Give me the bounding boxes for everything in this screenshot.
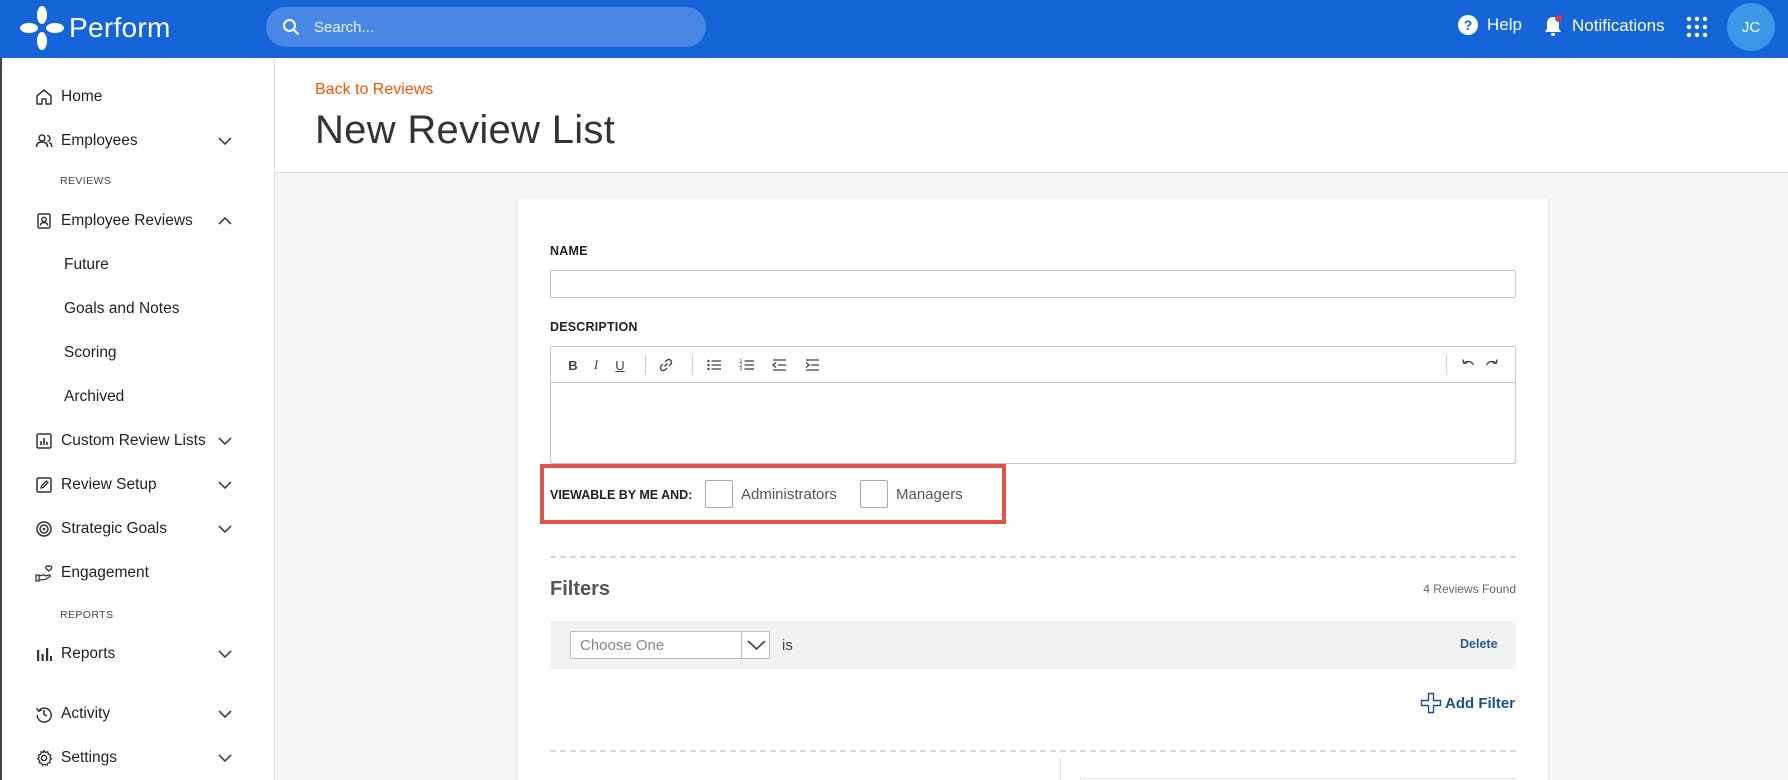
toolbar-divider — [692, 355, 693, 375]
user-avatar[interactable]: JC — [1727, 3, 1775, 51]
help-label: Help — [1487, 15, 1522, 34]
top-bar: Perform ? Help Notifications JC — [0, 0, 1788, 58]
sidebar-item-activity[interactable]: Activity — [2, 694, 275, 734]
add-filter-button[interactable]: Add Filter — [1420, 692, 1515, 714]
chevron-down-icon — [218, 710, 232, 719]
page-header: Back to Reviews New Review List — [275, 58, 1788, 173]
section-divider — [550, 750, 1516, 752]
indent-icon[interactable] — [804, 357, 820, 373]
help-button[interactable]: ? Help — [1457, 14, 1522, 36]
numbered-list-icon[interactable]: 123 — [739, 357, 755, 373]
sidebar-item-reports[interactable]: Reports — [2, 634, 275, 674]
sidebar-item-engagement[interactable]: Engagement — [2, 553, 275, 593]
sidebar-item-employees[interactable]: Employees — [2, 121, 275, 161]
sidebar-subitem-archived[interactable]: Archived — [2, 379, 275, 415]
svg-text:?: ? — [1464, 17, 1473, 33]
add-filter-label: Add Filter — [1445, 694, 1515, 712]
search-input[interactable] — [314, 15, 684, 39]
history-icon — [35, 707, 52, 723]
editor-toolbar: B I U 123 — [551, 347, 1515, 383]
apps-grid-icon[interactable] — [1686, 16, 1708, 38]
outdent-icon[interactable] — [771, 357, 787, 373]
name-field[interactable] — [550, 270, 1516, 298]
toolbar-divider — [645, 355, 646, 375]
administrators-label[interactable]: Administrators — [741, 486, 837, 503]
back-to-reviews-link[interactable]: Back to Reviews — [315, 81, 433, 99]
page-title: New Review List — [315, 108, 616, 152]
viewable-by-label: VIEWABLE BY ME AND: — [550, 488, 693, 502]
chevron-down-icon — [218, 754, 232, 763]
sidebar-item-custom-review-lists[interactable]: Custom Review Lists — [2, 421, 275, 461]
chevron-down-icon — [218, 481, 232, 490]
description-editor: B I U 123 — [550, 346, 1516, 464]
description-label: DESCRIPTION — [550, 320, 638, 334]
administrators-checkbox[interactable] — [705, 480, 733, 508]
people-icon — [35, 134, 53, 148]
sidebar-item-home[interactable]: Home — [2, 77, 275, 117]
undo-icon[interactable] — [1460, 357, 1476, 373]
section-divider — [550, 556, 1516, 558]
chevron-down-icon — [218, 137, 232, 146]
plus-icon — [1420, 692, 1442, 714]
perform-logo-icon — [20, 6, 64, 50]
underline-icon[interactable]: U — [612, 357, 628, 373]
review-badge-icon — [37, 213, 51, 229]
sidebar-item-employee-reviews[interactable]: Employee Reviews — [2, 201, 275, 241]
search-icon — [283, 19, 299, 35]
filter-field-select[interactable]: Choose One — [570, 631, 770, 659]
app-logo[interactable]: Perform — [18, 4, 171, 52]
chevron-down-icon — [218, 650, 232, 659]
sidebar-subitem-goals-and-notes[interactable]: Goals and Notes — [2, 291, 275, 327]
description-textarea[interactable] — [551, 384, 1515, 463]
viewable-by-highlight: VIEWABLE BY ME AND: Administrators Manag… — [540, 464, 1006, 524]
filter-row: Choose One is Delete — [550, 621, 1516, 669]
chart-doc-icon — [36, 433, 52, 449]
chevron-down-icon — [218, 437, 232, 446]
sidebar: Home Employees REVIEWS Employee Reviews … — [0, 58, 275, 780]
managers-label[interactable]: Managers — [896, 486, 963, 503]
sidebar-item-review-setup[interactable]: Review Setup — [2, 465, 275, 505]
select-toggle[interactable] — [741, 632, 770, 658]
main-content: Back to Reviews New Review List NAME DES… — [275, 58, 1788, 780]
hand-heart-icon — [35, 565, 53, 582]
sidebar-item-settings[interactable]: Settings — [2, 738, 275, 778]
notifications-label: Notifications — [1572, 16, 1665, 35]
filter-operator: is — [782, 637, 793, 654]
italic-icon[interactable]: I — [588, 357, 604, 373]
sidebar-subitem-scoring[interactable]: Scoring — [2, 335, 275, 371]
chevron-up-icon — [218, 216, 232, 225]
help-icon: ? — [1458, 15, 1478, 35]
target-icon — [36, 521, 52, 537]
app-name: Perform — [69, 12, 171, 43]
home-icon — [36, 89, 52, 105]
link-icon[interactable] — [658, 357, 674, 373]
delete-filter-link[interactable]: Delete — [1460, 637, 1498, 651]
filter-select-value: Choose One — [580, 637, 665, 654]
filters-heading: Filters — [550, 578, 611, 600]
bell-icon — [1545, 14, 1563, 36]
edit-square-icon — [36, 477, 52, 493]
bullet-list-icon[interactable] — [706, 357, 722, 373]
notifications-button[interactable]: Notifications — [1542, 14, 1665, 38]
column-divider — [1060, 758, 1061, 780]
sidebar-subitem-future[interactable]: Future — [2, 247, 275, 283]
reviews-found-count: 4 Reviews Found — [1423, 582, 1516, 596]
bar-chart-icon — [37, 648, 52, 661]
managers-checkbox[interactable] — [860, 480, 888, 508]
redo-icon[interactable] — [1484, 357, 1500, 373]
gear-icon — [36, 749, 53, 767]
search-box[interactable] — [266, 7, 706, 47]
name-label: NAME — [550, 244, 588, 258]
svg-text:3: 3 — [740, 367, 743, 373]
chevron-down-icon — [747, 640, 766, 651]
toolbar-divider — [1446, 355, 1447, 375]
sidebar-item-strategic-goals[interactable]: Strategic Goals — [2, 509, 275, 549]
review-list-form: NAME DESCRIPTION B I U 123 VIEWABLE BY M… — [518, 198, 1548, 780]
section-label-reports: REPORTS — [60, 609, 114, 621]
chevron-down-icon — [218, 525, 232, 534]
section-label-reviews: REVIEWS — [60, 175, 112, 187]
bold-icon[interactable]: B — [565, 357, 581, 373]
